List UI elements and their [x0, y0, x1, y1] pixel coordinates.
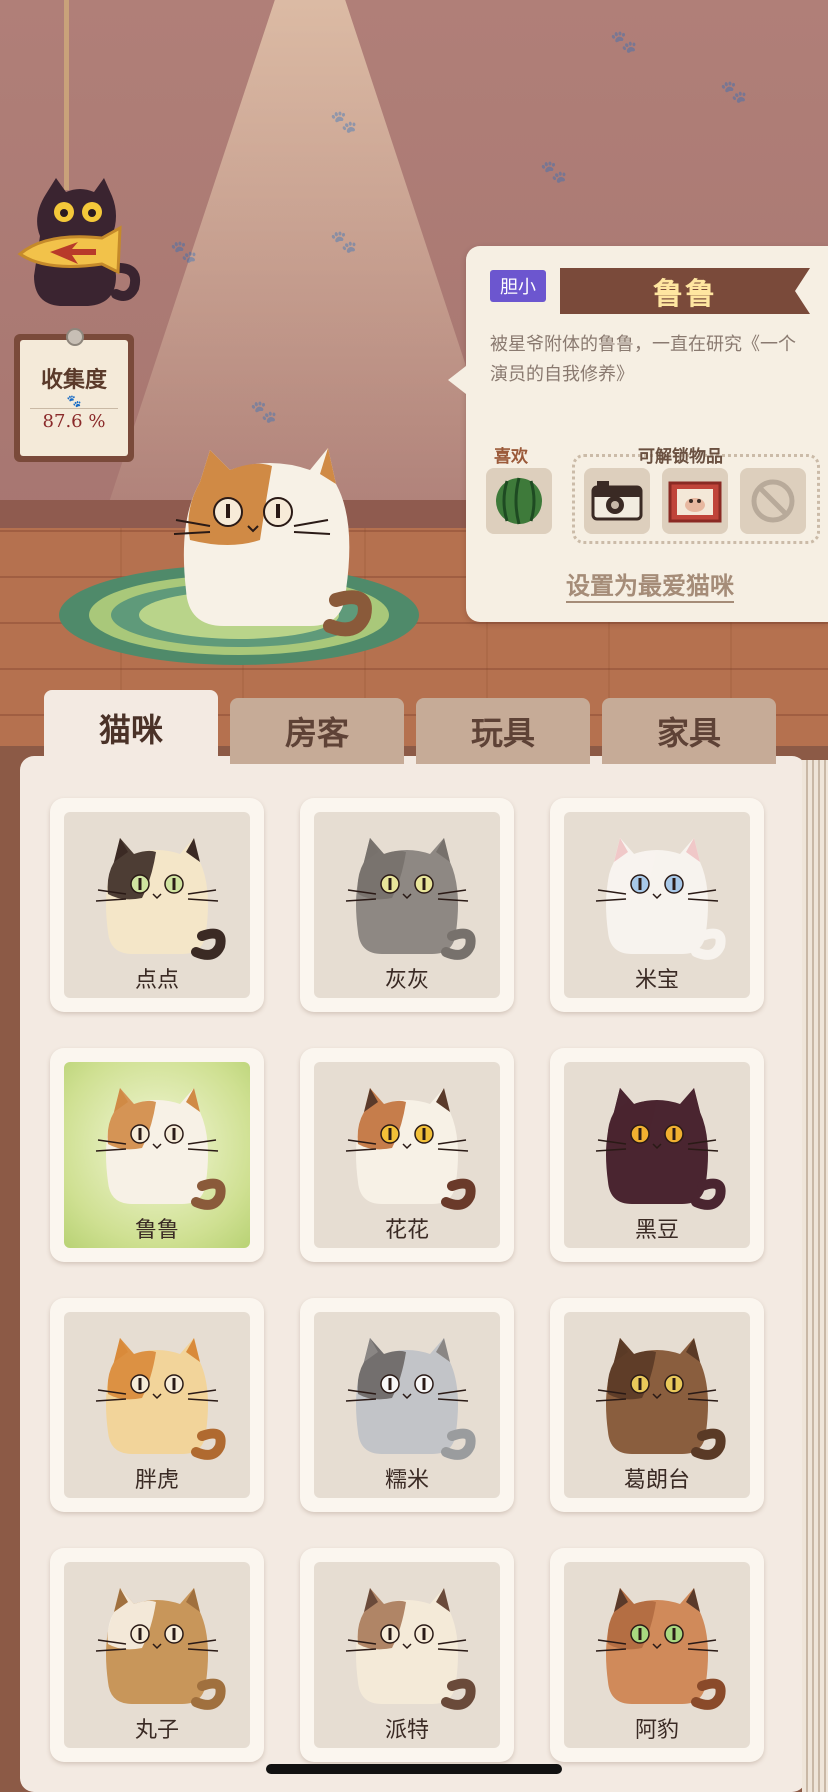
- collection-title: 收集度: [40, 368, 107, 393]
- collection-value: 87.6 %: [30, 408, 118, 432]
- cat-card-frame: 米宝: [564, 812, 750, 998]
- unlockable-item-locked[interactable]: [740, 468, 806, 534]
- cat-portrait-icon: [95, 1088, 226, 1210]
- home-indicator[interactable]: [266, 1764, 562, 1774]
- tab-cats[interactable]: 猫咪: [44, 690, 218, 766]
- cat-card-frame: 葛朗台: [564, 1312, 750, 1498]
- cat-card[interactable]: 米宝: [550, 798, 764, 1012]
- cat-card-frame: 阿豹: [564, 1562, 750, 1748]
- cat-picture-icon: [668, 481, 722, 523]
- locked-icon: [751, 479, 795, 523]
- unlockables-label: 可解锁物品: [638, 447, 723, 467]
- cat-card-name: 糯米: [384, 1468, 429, 1493]
- cat-card-name: 鲁鲁: [134, 1218, 179, 1243]
- cat-portrait-icon: [95, 1338, 226, 1460]
- cat-portrait-icon: [345, 1588, 476, 1710]
- cat-card[interactable]: 阿豹: [550, 1548, 764, 1762]
- paw-icon: 🐾: [66, 394, 82, 408]
- cat-card-name: 胖虎: [134, 1468, 179, 1493]
- cat-portrait-icon: [345, 838, 476, 960]
- tab-toys[interactable]: 玩具: [416, 698, 590, 764]
- paw-print-icon: 🐾: [170, 240, 198, 265]
- likes-label: 喜欢: [494, 447, 528, 467]
- cat-profile-card: 胆小 鲁鲁 被星爷附体的鲁鲁，一直在研究《一个演员的自我修养》 喜欢 可解锁物品: [448, 246, 828, 622]
- cat-card-name: 米宝: [634, 968, 679, 993]
- cat-portrait-icon: [595, 1088, 726, 1210]
- liked-item[interactable]: [486, 468, 552, 534]
- paw-print-icon: 🐾: [330, 110, 358, 135]
- trait-badge: 胆小: [490, 270, 546, 302]
- tab-label: 猫咪: [98, 711, 163, 749]
- cat-card[interactable]: 点点: [50, 798, 264, 1012]
- cat-portrait-icon: [595, 1338, 726, 1460]
- tab-furniture[interactable]: 家具: [602, 698, 776, 764]
- featured-cat-image: [173, 448, 372, 637]
- cat-card-name: 阿豹: [634, 1718, 679, 1743]
- cat-card-frame: 点点: [64, 812, 250, 998]
- paw-print-icon: 🐾: [250, 400, 278, 425]
- cat-card[interactable]: 鲁鲁: [50, 1048, 264, 1262]
- paw-print-icon: 🐾: [610, 30, 638, 55]
- cat-portrait-icon: [595, 838, 726, 960]
- cat-description: 被星爷附体的鲁鲁，一直在研究《一个演员的自我修养》: [490, 334, 796, 385]
- cat-card[interactable]: 胖虎: [50, 1298, 264, 1512]
- cat-card[interactable]: 花花: [300, 1048, 514, 1262]
- set-favorite-button[interactable]: 设置为最爱猫咪: [566, 566, 734, 603]
- cat-card-frame: 鲁鲁: [64, 1062, 250, 1248]
- cat-card-name: 丸子: [134, 1718, 179, 1743]
- tab-tenants[interactable]: 房客: [230, 698, 404, 764]
- cat-card-frame: 派特: [314, 1562, 500, 1748]
- book-page-edges: [802, 760, 828, 1792]
- cat-portrait-icon: [345, 1338, 476, 1460]
- cat-card[interactable]: 派特: [300, 1548, 514, 1762]
- paw-print-icon: 🐾: [330, 230, 358, 255]
- pin-icon: [66, 328, 84, 346]
- tab-label: 玩具: [470, 714, 535, 752]
- cat-portrait-icon: [345, 1088, 476, 1210]
- tab-label: 房客: [284, 714, 349, 752]
- cat-portrait-icon: [95, 838, 226, 960]
- cat-card-frame: 胖虎: [64, 1312, 250, 1498]
- camera-icon: [591, 481, 643, 521]
- cat-card-frame: 丸子: [64, 1562, 250, 1748]
- cat-name-ribbon: 鲁鲁: [560, 268, 810, 314]
- cat-card[interactable]: 糯米: [300, 1298, 514, 1512]
- hanging-rope: [64, 0, 69, 190]
- cat-card-name: 花花: [384, 1218, 429, 1243]
- collection-card: 收集度 🐾 87.6 %: [14, 328, 134, 462]
- back-arrow-icon: [17, 178, 140, 306]
- cat-card[interactable]: 葛朗台: [550, 1298, 764, 1512]
- cat-card-frame: 花花: [314, 1062, 500, 1248]
- unlockable-item-camera[interactable]: [584, 468, 650, 534]
- cat-card-frame: 灰灰: [314, 812, 500, 998]
- cat-card[interactable]: 丸子: [50, 1548, 264, 1762]
- paw-print-icon: 🐾: [540, 160, 568, 185]
- cat-card-frame: 糯米: [314, 1312, 500, 1498]
- cat-portrait-icon: [95, 1588, 226, 1710]
- cat-name: 鲁鲁: [653, 277, 717, 312]
- cat-card[interactable]: 黑豆: [550, 1048, 764, 1262]
- unlockable-item-picture[interactable]: [662, 468, 728, 534]
- cat-card-name: 葛朗台: [623, 1468, 690, 1493]
- paw-print-icon: 🐾: [720, 80, 748, 105]
- cat-card[interactable]: 灰灰: [300, 798, 514, 1012]
- room-scene: 🐾 🐾 🐾 🐾 🐾 🐾 🐾 收集度 🐾 87.6 % 胆小 鲁鲁 被星爷附体的鲁…: [0, 0, 828, 760]
- cat-card-name: 点点: [134, 968, 179, 993]
- back-button[interactable]: [16, 176, 142, 316]
- cat-card-name: 黑豆: [634, 1218, 679, 1243]
- cat-card-name: 灰灰: [384, 968, 429, 993]
- cat-card-frame: 黑豆: [564, 1062, 750, 1248]
- cat-card-name: 派特: [384, 1718, 429, 1743]
- tab-label: 家具: [656, 714, 721, 752]
- cat-portrait-icon: [595, 1588, 726, 1710]
- watermelon-icon: [496, 477, 542, 525]
